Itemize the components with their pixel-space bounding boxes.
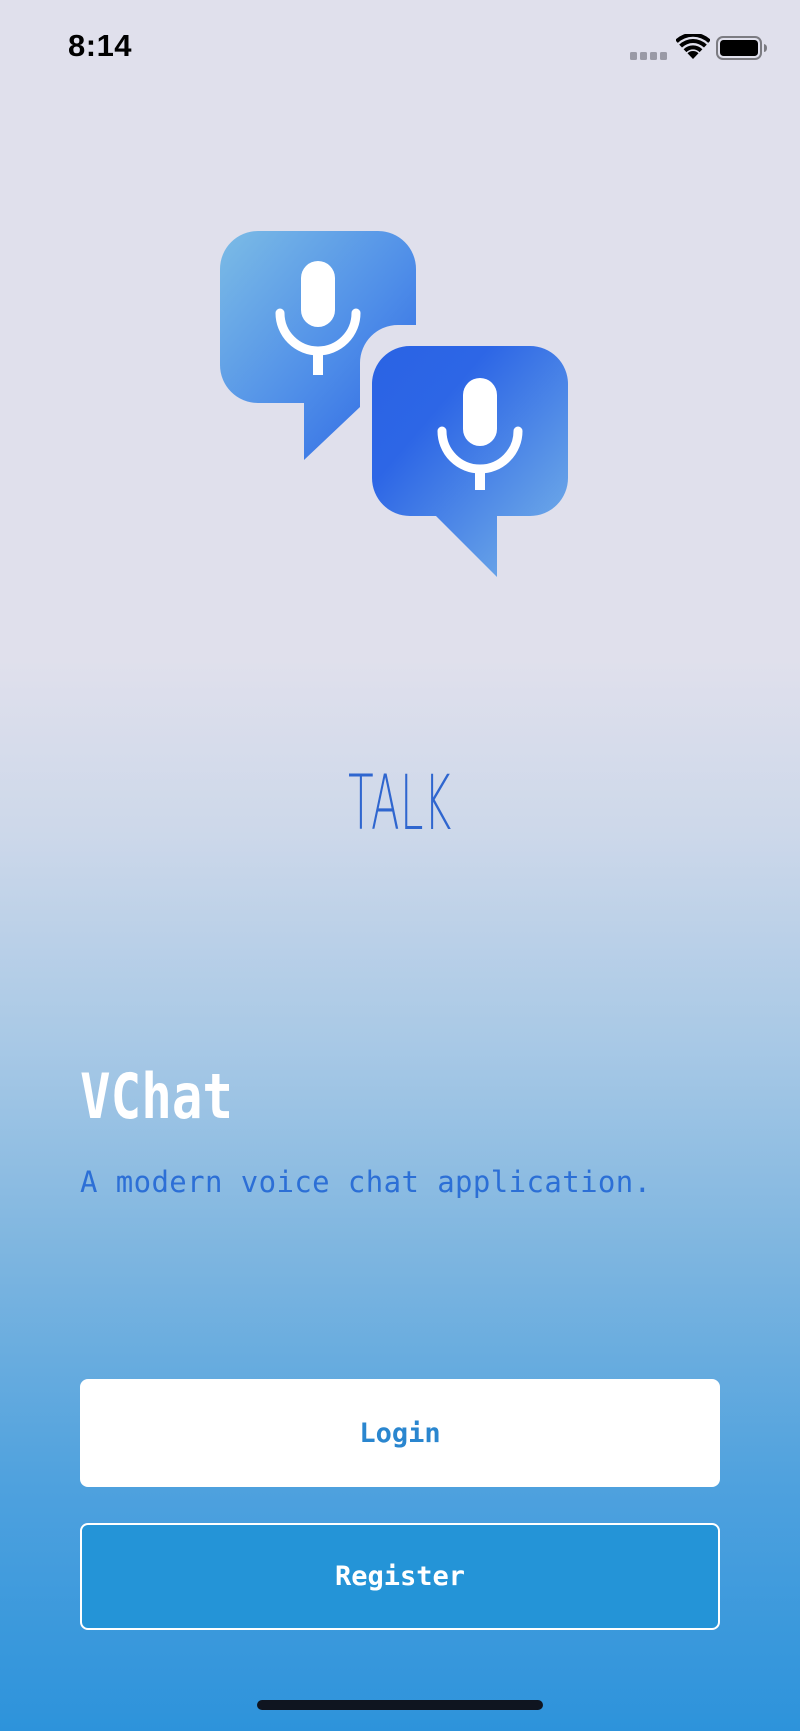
register-button[interactable]: Register	[80, 1523, 720, 1630]
talk-label: TALK	[348, 758, 452, 847]
login-button-label: Login	[359, 1417, 441, 1449]
voice-chat-bubbles-icon	[220, 231, 568, 577]
status-time: 8:14	[68, 28, 133, 63]
app-tagline: A modern voice chat application.	[80, 1165, 652, 1199]
register-button-label: Register	[334, 1561, 466, 1592]
login-button[interactable]: Login	[80, 1379, 720, 1487]
home-indicator[interactable]	[257, 1700, 543, 1710]
status-bar: 8:14	[0, 0, 800, 96]
wifi-icon	[676, 34, 710, 59]
battery-icon	[716, 36, 767, 60]
app-name: VChat	[80, 1060, 234, 1133]
signal-icon	[630, 52, 667, 60]
